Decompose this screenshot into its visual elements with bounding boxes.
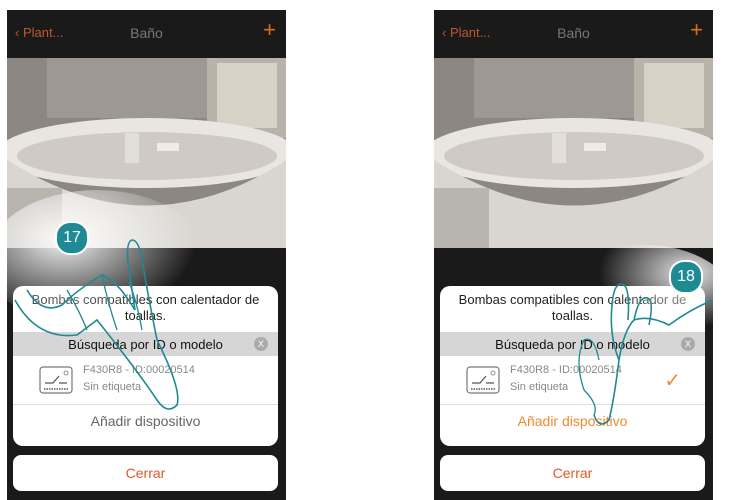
page-title: Baño [130, 25, 163, 41]
search-input[interactable]: Búsqueda por ID o modelo [13, 337, 278, 352]
device-icon [39, 366, 73, 394]
clear-search-button[interactable]: X [681, 337, 695, 351]
room-photo [7, 58, 286, 248]
search-input[interactable]: Búsqueda por ID o modelo [440, 337, 705, 352]
step-badge: 18 [669, 260, 703, 294]
device-row[interactable]: F430R8 - ID:00020514 Sin etiqueta [13, 360, 278, 405]
dialog-title: Bombas compatibles con calentador de toa… [31, 292, 260, 323]
add-device-button[interactable]: Añadir dispositivo [440, 413, 705, 429]
add-icon[interactable]: + [690, 19, 703, 41]
device-name: F430R8 - ID:00020514 [83, 364, 195, 376]
close-button[interactable]: Cerrar [13, 455, 278, 491]
dialog-title: Bombas compatibles con calentador de toa… [458, 292, 687, 323]
device-label: Sin etiqueta [83, 381, 142, 393]
page-title: Baño [557, 25, 590, 41]
add-device-button[interactable]: Añadir dispositivo [13, 413, 278, 429]
search-bar[interactable]: Búsqueda por ID o modelo X [13, 332, 278, 356]
step-badge: 17 [55, 221, 89, 255]
room-photo [434, 58, 713, 248]
check-icon: ✓ [664, 370, 681, 392]
device-icon [466, 366, 500, 394]
add-icon[interactable]: + [263, 19, 276, 41]
device-row[interactable]: F430R8 - ID:00020514 Sin etiqueta ✓ [440, 360, 705, 405]
search-bar[interactable]: Búsqueda por ID o modelo X [440, 332, 705, 356]
top-bar: ‹ Plant... Baño + [7, 10, 286, 58]
phone-screen-1: ‹ Plant... Baño + Bombas compatibles con… [7, 10, 286, 500]
top-bar: ‹ Plant... Baño + [434, 10, 713, 58]
clear-search-button[interactable]: X [254, 337, 268, 351]
device-label: Sin etiqueta [510, 381, 569, 393]
device-dialog: Bombas compatibles con calentador de toa… [13, 286, 278, 446]
device-name: F430R8 - ID:00020514 [510, 364, 622, 376]
close-button[interactable]: Cerrar [440, 455, 705, 491]
phone-screen-2: ‹ Plant... Baño + Bombas compatibles con… [434, 10, 713, 500]
device-dialog: Bombas compatibles con calentador de toa… [440, 286, 705, 446]
